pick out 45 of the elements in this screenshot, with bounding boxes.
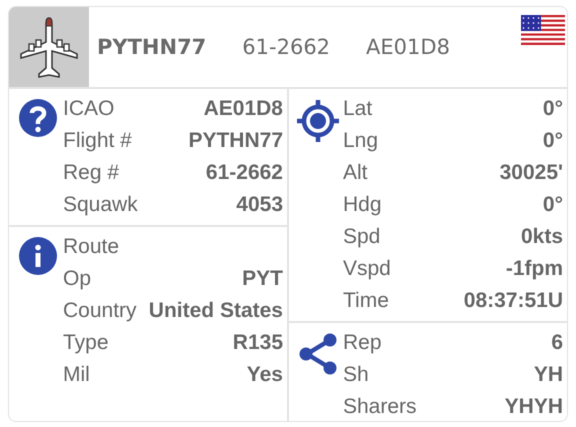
- field-label: Sharers: [343, 395, 417, 419]
- field-value: 0°: [542, 193, 563, 217]
- field-value: -1fpm: [506, 257, 563, 281]
- field-label: Vspd: [343, 257, 391, 281]
- field-value: 08:37:51U: [464, 289, 563, 313]
- field-value: 0°: [542, 97, 563, 121]
- registration: 61-2662: [242, 35, 330, 59]
- field-label: Rep: [343, 331, 382, 355]
- field-value: YH: [534, 363, 563, 387]
- field-label: Spd: [343, 225, 380, 249]
- field-label: Hdg: [343, 193, 382, 217]
- field-label: Mil: [63, 363, 90, 387]
- field-value: PYTHN77: [188, 129, 283, 153]
- field-label: Alt: [343, 161, 368, 185]
- field-label: Squawk: [63, 193, 138, 217]
- field-value: 30025': [500, 161, 563, 185]
- field-label: Flight #: [63, 129, 132, 153]
- field-label: Reg #: [63, 161, 120, 185]
- info-icon: [19, 237, 57, 275]
- field-value: YHYH: [504, 395, 563, 419]
- field-value: 6: [551, 331, 563, 355]
- field-label: Route: [63, 235, 120, 259]
- field-value: 4053: [236, 193, 283, 217]
- field-label: Type: [63, 331, 109, 355]
- field-label: Country: [63, 299, 137, 323]
- field-value: United States: [148, 299, 283, 323]
- field-value: 0°: [542, 129, 563, 153]
- callsign: PYTHN77: [97, 35, 206, 59]
- field-value: R135: [232, 331, 283, 355]
- field-label: Sh: [343, 363, 369, 387]
- field-label: Op: [63, 267, 92, 291]
- field-label: Lng: [343, 129, 378, 153]
- field-value: Yes: [246, 363, 283, 387]
- icao-code: AE01D8: [366, 35, 450, 59]
- field-value: PYT: [242, 267, 283, 291]
- field-label: ICAO: [63, 97, 114, 121]
- field-label: Lat: [343, 97, 372, 121]
- help-icon: [19, 99, 57, 137]
- field-label: Time: [343, 289, 389, 313]
- field-value: 0kts: [520, 225, 563, 249]
- field-value: 61-2662: [206, 161, 283, 185]
- flag-icon: [521, 15, 565, 45]
- field-value: AE01D8: [204, 97, 283, 121]
- location-target-icon: [296, 99, 340, 143]
- share-icon: [298, 333, 338, 375]
